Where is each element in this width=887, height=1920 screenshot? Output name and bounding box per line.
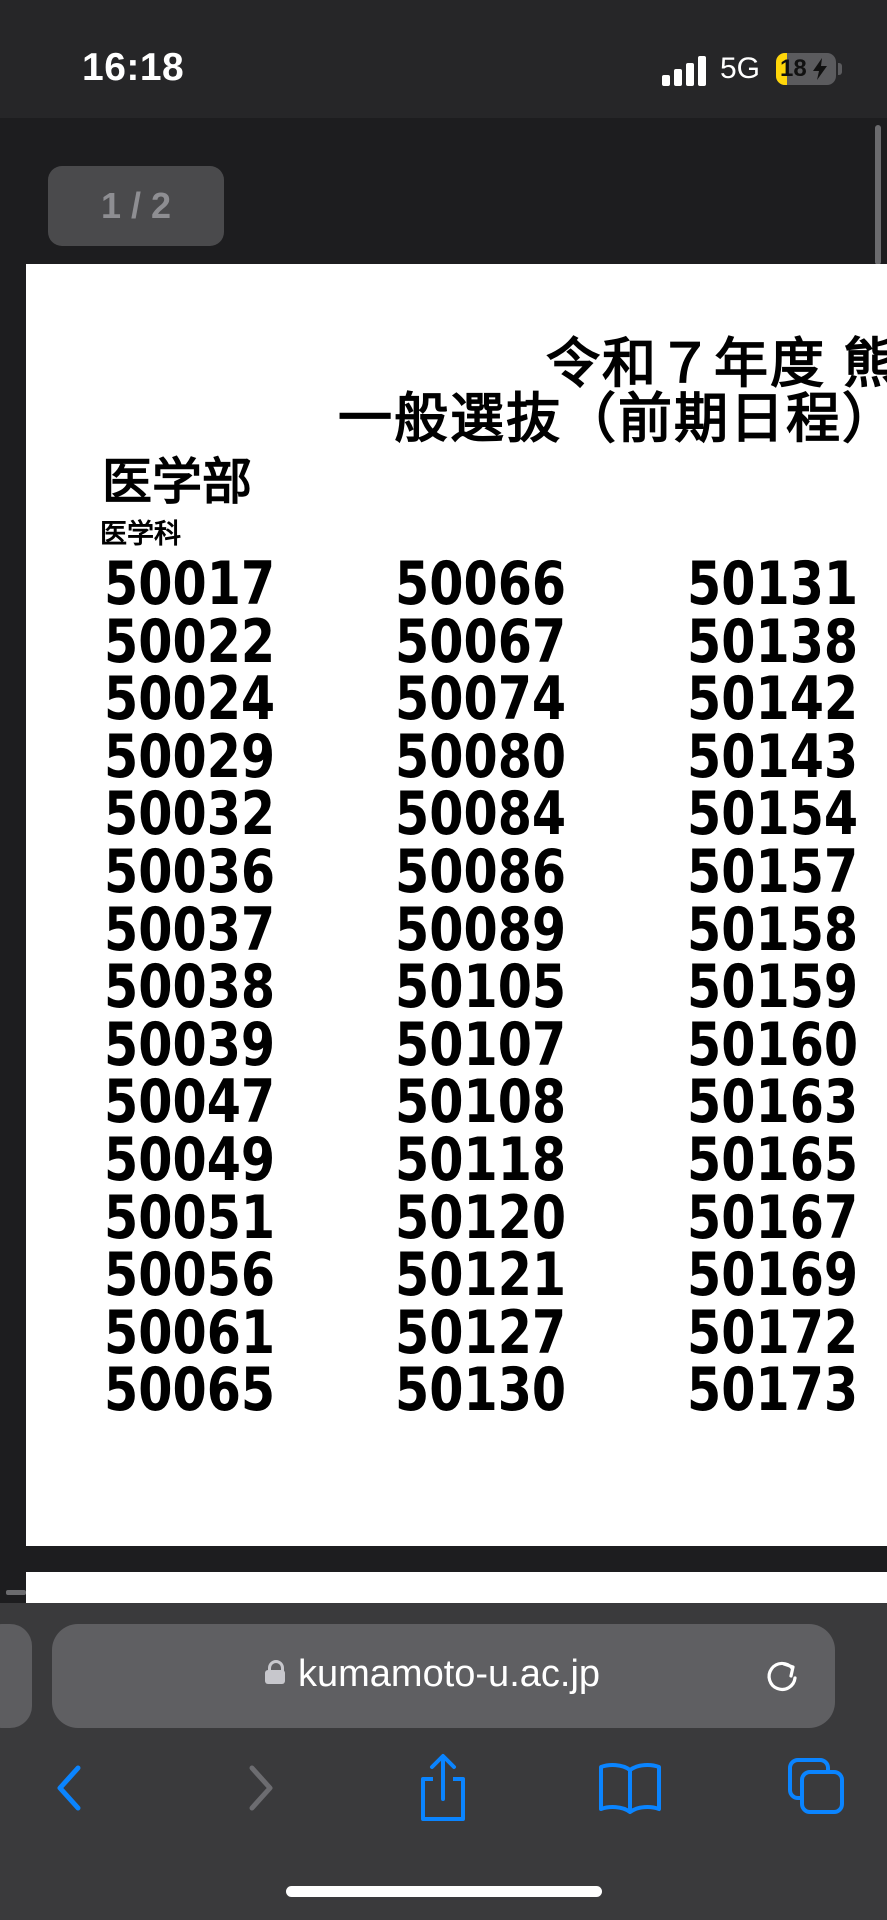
exam-number: 50169: [687, 1240, 859, 1311]
exam-number: 50118: [395, 1124, 567, 1195]
cellular-signal-icon: [662, 56, 708, 86]
faculty-heading: 医学部: [102, 454, 252, 510]
scrollbar[interactable]: [875, 125, 881, 265]
exam-number: 50067: [395, 606, 567, 677]
horizontal-scroll-indicator: [6, 1590, 26, 1595]
exam-number: 50029: [104, 721, 276, 792]
reload-icon[interactable]: [762, 1656, 802, 1696]
exam-number: 50084: [395, 779, 567, 850]
exam-number: 50061: [104, 1297, 276, 1368]
page-indicator: 1 / 2: [48, 166, 224, 246]
exam-number: 50163: [687, 1067, 859, 1138]
battery-icon: 18: [776, 53, 836, 85]
exam-number: 50056: [104, 1240, 276, 1311]
exam-number: 50105: [395, 952, 567, 1023]
exam-number: 50173: [687, 1355, 859, 1426]
exam-number: 50074: [395, 664, 567, 735]
exam-number: 50157: [687, 836, 859, 907]
exam-number: 50130: [395, 1355, 567, 1426]
exam-number: 50159: [687, 952, 859, 1023]
exam-number: 50167: [687, 1182, 859, 1253]
exam-number: 50037: [104, 894, 276, 965]
exam-number: 50108: [395, 1067, 567, 1138]
exam-number: 50131: [687, 549, 859, 619]
url-text[interactable]: kumamoto-u.ac.jp: [298, 1653, 600, 1696]
exam-number: 50127: [395, 1297, 567, 1368]
number-column-1: 50017 50022 50024 50029 50032 50036 50037 50038…: [104, 549, 313, 1426]
pdf-page[interactable]: 令和７年度 熊 一般選抜（前期日程） 医学部 医学科 50017 50022 500…: [26, 264, 887, 1546]
exam-number: 50138: [687, 606, 859, 677]
exam-number: 50165: [687, 1124, 859, 1195]
exam-number: 50036: [104, 836, 276, 907]
bolt-icon: [813, 58, 827, 80]
exam-number: 50143: [687, 721, 859, 792]
bookmarks-icon[interactable]: [597, 1760, 663, 1814]
exam-number: 50066: [395, 549, 567, 619]
exam-number: 50142: [687, 664, 859, 735]
number-column-2: 50066 50067 50074 50080 50084 50086 50089 50105…: [395, 549, 604, 1426]
exam-number: 50065: [104, 1355, 276, 1426]
exam-number: 50049: [104, 1124, 276, 1195]
exam-number: 50160: [687, 1009, 859, 1080]
exam-number: 50047: [104, 1067, 276, 1138]
tabs-icon[interactable]: [786, 1756, 846, 1816]
exam-number: 50032: [104, 779, 276, 850]
exam-number: 50121: [395, 1240, 567, 1311]
home-indicator[interactable]: [286, 1886, 602, 1897]
battery-tip: [838, 63, 842, 75]
exam-number: 50086: [395, 836, 567, 907]
number-column-3: 50131 50138 50142 50143 50154 50157 50158 50159…: [687, 549, 887, 1426]
exam-number: 50022: [104, 606, 276, 677]
battery-percent: 18: [780, 55, 807, 82]
forward-icon[interactable]: [240, 1758, 280, 1818]
lock-icon: [265, 1660, 285, 1684]
department-heading: 医学科: [100, 519, 181, 549]
previous-tab-peek[interactable]: [0, 1624, 32, 1728]
exam-number: 50017: [104, 549, 276, 619]
exam-number: 50039: [104, 1009, 276, 1080]
network-type: 5G: [720, 52, 761, 85]
share-icon[interactable]: [415, 1753, 471, 1823]
exam-number: 50038: [104, 952, 276, 1023]
exam-number: 50120: [395, 1182, 567, 1253]
back-icon[interactable]: [50, 1758, 90, 1818]
clock: 16:18: [82, 46, 185, 89]
exam-number: 50154: [687, 779, 859, 850]
exam-number: 50080: [395, 721, 567, 792]
exam-number: 50172: [687, 1297, 859, 1368]
exam-number: 50107: [395, 1009, 567, 1080]
exam-number: 50158: [687, 894, 859, 965]
exam-number: 50024: [104, 664, 276, 735]
exam-number: 50089: [395, 894, 567, 965]
document-subtitle: 一般選抜（前期日程）: [338, 389, 887, 449]
status-bar: 16:18 5G 18: [0, 0, 887, 118]
exam-number: 50051: [104, 1182, 276, 1253]
